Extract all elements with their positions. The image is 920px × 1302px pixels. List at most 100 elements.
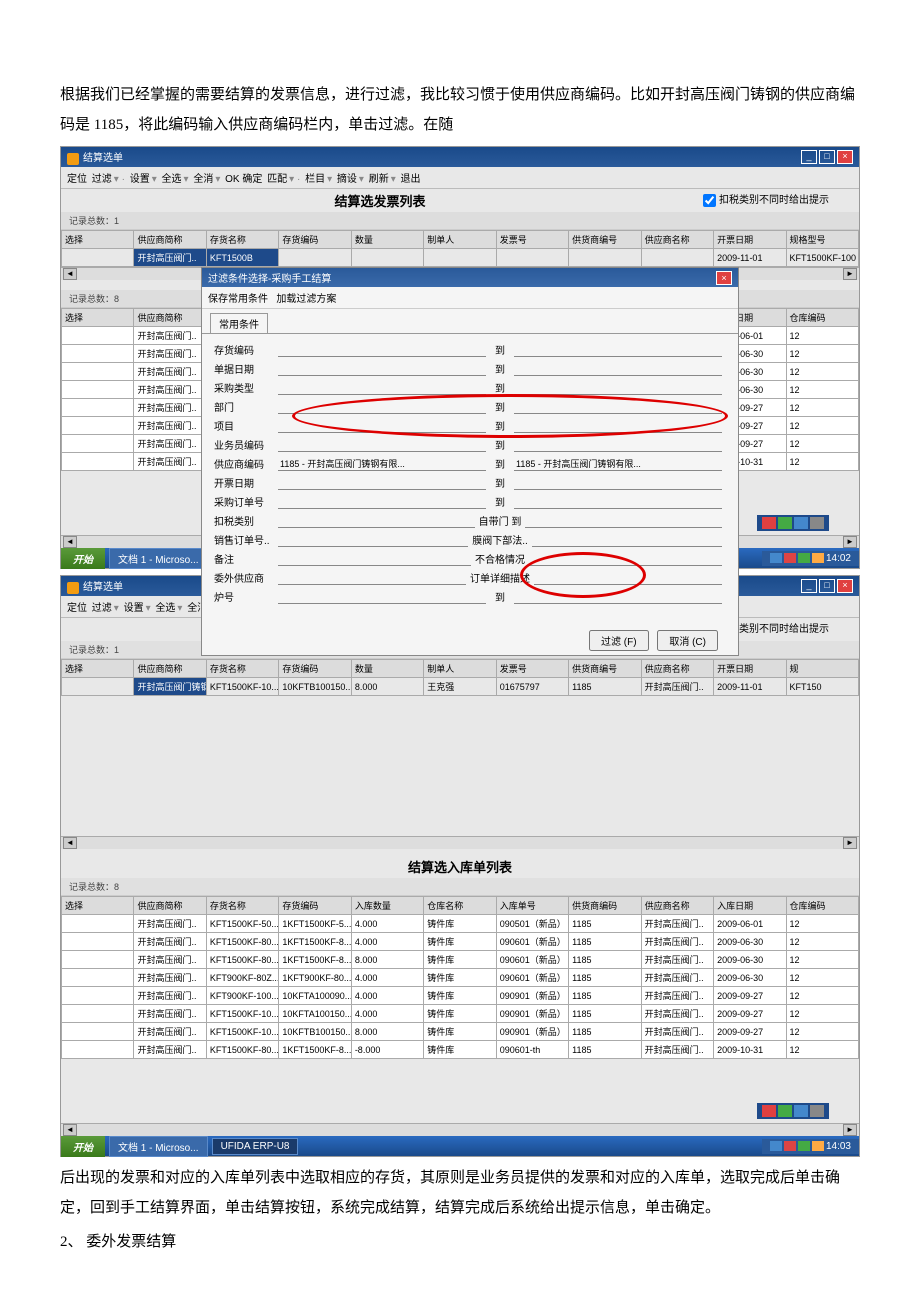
tb-deselectall[interactable]: 全消 (193, 174, 213, 185)
close-icon[interactable]: × (837, 150, 853, 164)
cell (62, 678, 134, 696)
fd-tab-common[interactable]: 常用条件 (210, 313, 268, 333)
cell (62, 987, 134, 1005)
col-header: 选择 (62, 897, 134, 915)
cell: KFT1500KF-50... (206, 915, 278, 933)
col-header: 供货商编号 (569, 660, 641, 678)
to-label: 到 (490, 380, 510, 395)
filter-input[interactable]: 1185 - 开封高压阀门铸钢有限... (278, 457, 486, 471)
cell (62, 363, 134, 381)
cell (62, 969, 134, 987)
filter-input[interactable] (278, 533, 468, 547)
filter-input[interactable] (514, 362, 722, 376)
scroll-right-icon[interactable]: ► (843, 1124, 857, 1136)
cell: 开封高压阀门.. (134, 417, 206, 435)
tray-icon (784, 553, 796, 563)
fd-save-cond[interactable]: 保存常用条件 (208, 294, 268, 305)
tray-icon (812, 553, 824, 563)
minimize-icon[interactable]: _ (801, 579, 817, 593)
window-buttons[interactable]: _□× (799, 579, 853, 593)
cell: 开封高压阀门.. (134, 915, 206, 933)
cell: 开封高压阀门.. (641, 951, 713, 969)
tb-refresh[interactable]: 刷新 (369, 174, 389, 185)
hscrollbar[interactable]: ◄► (61, 1123, 859, 1136)
filter-input[interactable] (514, 495, 722, 509)
minimize-icon[interactable]: _ (801, 150, 817, 164)
scroll-left-icon[interactable]: ◄ (63, 837, 77, 849)
tb-ok[interactable]: OK 确定 (225, 174, 262, 185)
tray-clock: 14:03 (826, 1141, 851, 1152)
filter-input[interactable]: 1185 - 开封高压阀门铸钢有限... (514, 457, 722, 471)
filter-input[interactable] (278, 476, 486, 490)
filter-field-label: 存货编码 (214, 342, 274, 357)
filter-close-icon[interactable]: × (716, 271, 732, 285)
filter-input[interactable] (278, 590, 486, 604)
filter-dialog-title: 过滤条件选择-采购手工结算 (208, 270, 331, 285)
tb-selectall[interactable]: 全选 (162, 174, 182, 185)
to-label: 到 (490, 494, 510, 509)
maximize-icon[interactable]: □ (819, 579, 835, 593)
taskbar: 开始 文档 1 - Microso... UFIDA ERP-U8 14:03 (61, 1136, 859, 1156)
tb-match[interactable]: 匹配 (267, 174, 287, 185)
filter-field-label: 供应商编码 (214, 456, 274, 471)
col-header: 仓库编码 (786, 897, 858, 915)
filter-input[interactable] (514, 476, 722, 490)
start-button[interactable]: 开始 (61, 1136, 105, 1157)
scroll-left-icon[interactable]: ◄ (63, 536, 77, 548)
paragraph-3: 2、 委外发票结算 (60, 1227, 860, 1257)
col-header: 规 (786, 660, 858, 678)
filter-input[interactable] (278, 438, 486, 452)
filter-input[interactable] (278, 552, 471, 566)
cell: KFT1500KF-80... (206, 951, 278, 969)
filter-input[interactable] (514, 438, 722, 452)
tb-exit[interactable]: 退出 (401, 174, 421, 185)
status-bar-icons (61, 1099, 859, 1123)
cell: 王克强 (424, 678, 496, 696)
window-buttons[interactable]: _□× (799, 150, 853, 164)
maximize-icon[interactable]: □ (819, 150, 835, 164)
cell: 2009-06-30 (714, 969, 786, 987)
filter-input[interactable] (278, 381, 486, 395)
filter-input[interactable] (278, 495, 486, 509)
cell (641, 249, 713, 267)
filter-input[interactable] (514, 343, 722, 357)
tb-summary[interactable]: 摘设 (337, 174, 357, 185)
scroll-left-icon[interactable]: ◄ (63, 1124, 77, 1136)
col-header: 存货名称 (206, 660, 278, 678)
tax-prompt-checkbox[interactable]: 扣税类别不同时给出提示 (699, 191, 829, 210)
hscrollbar[interactable]: ◄► (61, 836, 859, 849)
scroll-right-icon[interactable]: ► (843, 536, 857, 548)
cell: 090601（新品） (496, 951, 568, 969)
scroll-right-icon[interactable]: ► (843, 837, 857, 849)
cell: 开封高压阀门.. (134, 399, 206, 417)
cell: KFT1500KF-10... (206, 1005, 278, 1023)
tb-filter[interactable]: 过滤 (92, 174, 112, 185)
cancel-button[interactable]: 取消 (C) (657, 630, 718, 651)
scroll-right-icon[interactable]: ► (843, 268, 857, 280)
scroll-left-icon[interactable]: ◄ (63, 268, 77, 280)
filter-input[interactable] (532, 533, 722, 547)
filter-input[interactable] (278, 343, 486, 357)
tb-locate[interactable]: 定位 (67, 174, 87, 185)
filter-button[interactable]: 过滤 (F) (589, 630, 649, 651)
close-icon[interactable]: × (837, 579, 853, 593)
cell: 12 (786, 435, 858, 453)
tb-columns[interactable]: 栏目 (305, 174, 325, 185)
fd-load-scheme[interactable]: 加载过滤方案 (276, 294, 336, 305)
filter-input[interactable] (278, 571, 466, 585)
filter-input[interactable] (514, 381, 722, 395)
filter-input[interactable] (278, 514, 475, 528)
tray-icon (784, 1141, 796, 1151)
task-word[interactable]: 文档 1 - Microso... (109, 1136, 208, 1157)
filter-input[interactable] (525, 514, 722, 528)
start-button[interactable]: 开始 (61, 548, 105, 569)
col-header: 供应商名称 (641, 897, 713, 915)
tb-settings[interactable]: 设置 (130, 174, 150, 185)
cell: 铸件库 (424, 933, 496, 951)
filter-input[interactable] (278, 362, 486, 376)
col-header: 仓库名称 (424, 897, 496, 915)
task-ufida[interactable]: UFIDA ERP-U8 (212, 1138, 299, 1155)
task-word[interactable]: 文档 1 - Microso... (109, 548, 208, 569)
cell: 090601（新品） (496, 933, 568, 951)
cell: 12 (786, 381, 858, 399)
